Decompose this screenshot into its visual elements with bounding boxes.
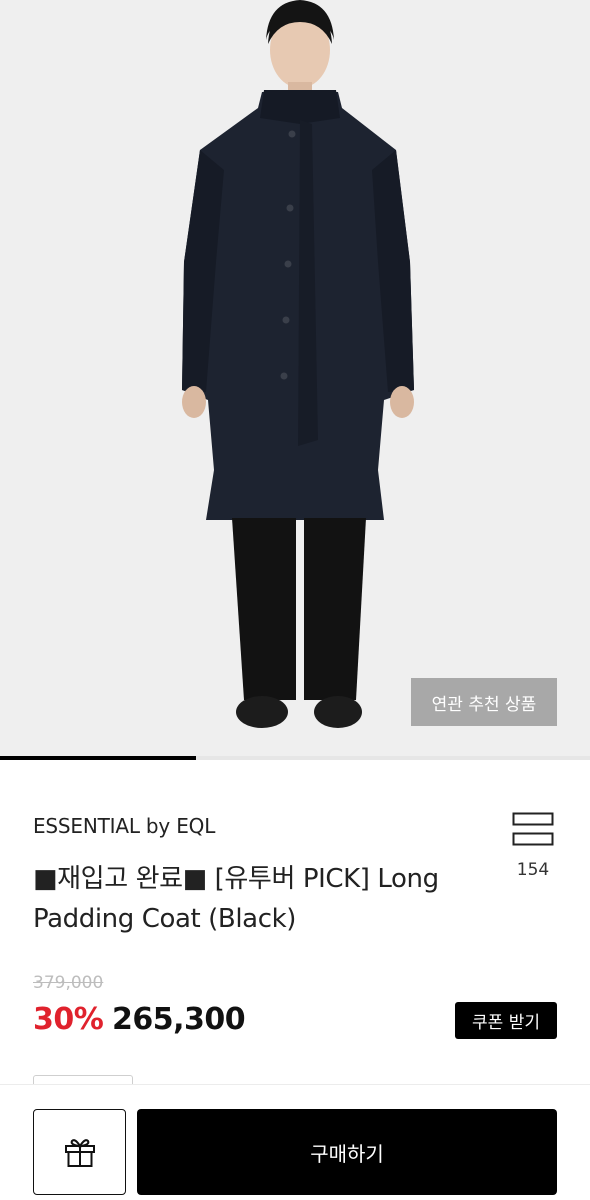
brand-name[interactable]: ESSENTIAL by EQL <box>33 814 215 838</box>
bottom-action-bar: 구매하기 <box>0 1084 590 1200</box>
carousel-progress-bar <box>0 756 590 760</box>
buy-button[interactable]: 구매하기 <box>137 1109 557 1195</box>
coupon-button[interactable]: 쿠폰 받기 <box>455 1002 557 1039</box>
discount-rate: 30% <box>33 1002 104 1037</box>
original-price: 379,000 <box>33 973 104 993</box>
carousel-progress-fill <box>0 756 197 760</box>
bookmark-button[interactable]: 154 <box>508 812 558 880</box>
bookmark-count: 154 <box>516 860 550 880</box>
gift-button[interactable] <box>33 1109 126 1195</box>
product-photo <box>182 0 414 728</box>
gift-icon <box>64 1139 95 1167</box>
related-products-button[interactable]: 연관 추천 상품 <box>411 678 557 726</box>
sale-price: 265,300 <box>112 1002 246 1037</box>
product-image-carousel[interactable]: 연관 추천 상품 <box>0 0 590 756</box>
product-title: ■재입고 완료■ [유투버 PICK] Long Padding Coat (B… <box>33 864 439 934</box>
bookmark-icon <box>512 812 554 846</box>
